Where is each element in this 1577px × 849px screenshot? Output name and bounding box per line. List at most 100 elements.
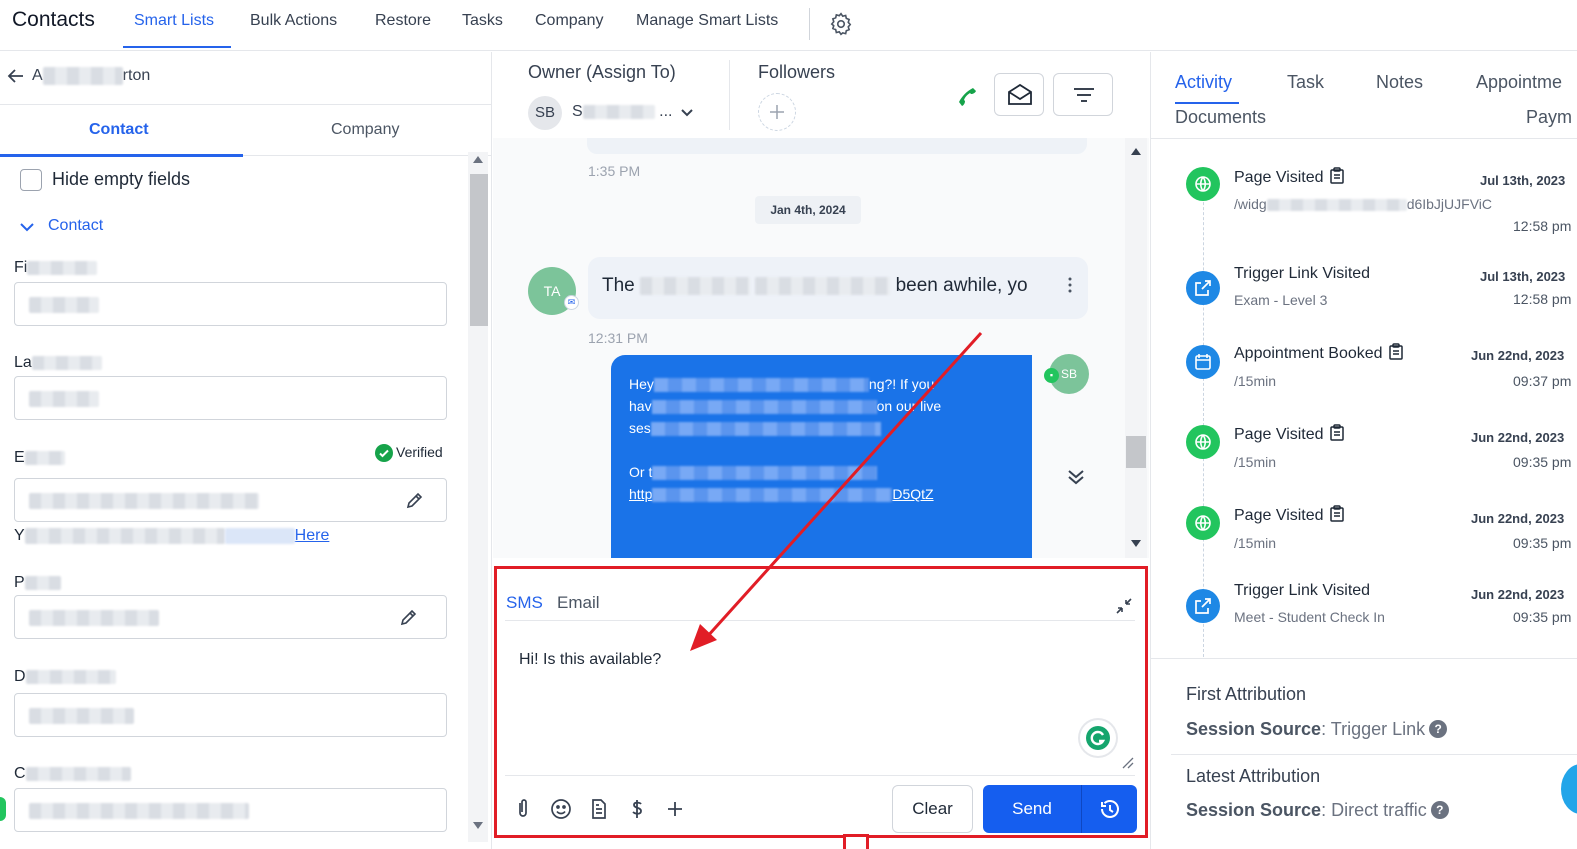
company-input[interactable] (14, 788, 447, 832)
back-arrow-icon[interactable] (6, 66, 26, 86)
tab-appointments[interactable]: Appointme (1476, 72, 1562, 93)
help-icon[interactable]: ? (1430, 801, 1449, 819)
scrollbar-thumb[interactable] (470, 174, 488, 326)
emoji-icon[interactable] (549, 797, 573, 821)
tab-activity[interactable]: Activity (1175, 72, 1232, 93)
divider (505, 620, 1135, 621)
page-title: Contacts (12, 8, 95, 31)
last-name-input[interactable] (14, 376, 447, 420)
help-icon[interactable]: ? (1429, 720, 1448, 738)
tab-documents[interactable]: Documents (1175, 107, 1266, 128)
redacted-value (29, 708, 134, 724)
annotation-marker (843, 834, 869, 849)
activity-title: Trigger Link Visited (1234, 265, 1371, 282)
hide-empty-label: Hide empty fields (52, 169, 191, 189)
tab-bulk-actions[interactable]: Bulk Actions (250, 12, 337, 30)
clock-icon (1101, 800, 1119, 818)
tab-sms[interactable]: SMS (506, 593, 543, 613)
send-button[interactable]: Send (983, 785, 1081, 833)
tab-notes[interactable]: Notes (1376, 72, 1423, 93)
here-link[interactable]: Here (295, 527, 330, 544)
message-input[interactable]: Hi! Is this available? (519, 651, 661, 669)
gear-icon[interactable] (828, 11, 854, 37)
dollar-icon[interactable] (625, 797, 649, 821)
activity-detail: Exam - Level 3 (1234, 292, 1328, 308)
latest-attribution-source: Session Source: Direct traffic? (1186, 800, 1449, 821)
email-input[interactable] (14, 478, 447, 522)
tab-company-details[interactable]: Company (331, 121, 399, 139)
clipboard-icon[interactable] (1329, 505, 1344, 522)
tab-contact[interactable]: Contact (89, 121, 149, 139)
activity-title: Appointment Booked (1234, 343, 1403, 363)
sms-channel-icon: ▪ (1044, 368, 1059, 383)
scrollbar-thumb[interactable] (1126, 436, 1146, 468)
email-filter-button[interactable] (994, 73, 1044, 116)
pencil-icon[interactable] (404, 491, 424, 511)
contact-name: Arton (32, 67, 150, 85)
activity-title: Page Visited (1234, 167, 1344, 187)
activity-panel: Activity Task Notes Appointme Documents … (1150, 52, 1577, 849)
clipboard-icon[interactable] (1329, 424, 1344, 441)
status-dot (0, 797, 6, 821)
more-options-icon[interactable] (1068, 277, 1072, 293)
chat-widget-button[interactable] (1561, 764, 1577, 814)
tab-smart-lists[interactable]: Smart Lists (134, 12, 214, 30)
divider (729, 60, 730, 130)
email-note: Y Here (14, 527, 330, 544)
owner-select[interactable]: SB S ... (528, 94, 708, 130)
scrollbar-track[interactable] (1125, 138, 1147, 558)
grammarly-icon[interactable] (1080, 720, 1116, 756)
plus-icon[interactable] (663, 797, 687, 821)
clipboard-icon[interactable] (1329, 167, 1344, 184)
tab-manage-smart-lists[interactable]: Manage Smart Lists (636, 12, 778, 30)
scroll-up-arrow-icon[interactable] (473, 156, 483, 163)
avatar: SB (528, 96, 562, 130)
tab-restore[interactable]: Restore (375, 12, 431, 30)
date-divider: Jan 4th, 2024 (755, 196, 861, 224)
scroll-down-arrow-icon[interactable] (473, 822, 483, 829)
template-icon[interactable] (587, 797, 611, 821)
field-label: Fi (14, 259, 98, 277)
activity-time: 12:58 pm (1513, 218, 1572, 234)
paperclip-icon[interactable] (511, 797, 535, 821)
clear-button[interactable]: Clear (892, 785, 973, 833)
tab-email[interactable]: Email (557, 593, 600, 613)
message-composer: SMS Email Hi! Is this available? Clear S… (494, 566, 1148, 838)
activity-detail: /15min (1234, 535, 1277, 551)
scroll-to-bottom-icon[interactable] (1063, 464, 1089, 490)
activity-detail: /widg d6IbJjUJFViC (1234, 196, 1493, 212)
tab-company[interactable]: Company (535, 12, 603, 30)
field-label: D (14, 668, 116, 686)
conversation-panel: Owner (Assign To) SB S ... Followers 1:3… (493, 52, 1149, 849)
globe-icon (1186, 506, 1220, 540)
phone-icon[interactable] (953, 82, 981, 110)
tab-payments[interactable]: Paym (1526, 107, 1572, 128)
filter-button[interactable] (1053, 73, 1113, 116)
owner-name: S ... (572, 103, 673, 120)
active-tab-indicator (123, 46, 231, 48)
clipboard-icon[interactable] (1388, 343, 1403, 360)
scroll-up-arrow-icon[interactable] (1131, 148, 1141, 155)
top-nav: Contacts Smart Lists Bulk Actions Restor… (0, 0, 1577, 51)
date-input[interactable] (14, 693, 447, 737)
tab-tasks[interactable]: Tasks (462, 12, 503, 30)
scroll-down-arrow-icon[interactable] (1131, 540, 1141, 547)
message-time: 12:31 PM (588, 330, 648, 346)
add-follower-button[interactable] (758, 93, 796, 131)
inbound-message: The been awhile, yo (588, 257, 1088, 319)
schedule-send-button[interactable] (1081, 785, 1137, 833)
activity-date: Jun 22nd, 2023 (1471, 348, 1565, 363)
first-name-input[interactable] (14, 282, 447, 326)
globe-icon (1186, 425, 1220, 459)
redacted-value (29, 493, 259, 509)
pencil-icon[interactable] (398, 608, 418, 628)
hide-empty-checkbox[interactable] (20, 169, 42, 191)
resize-handle-icon[interactable] (1120, 755, 1134, 769)
tab-task[interactable]: Task (1287, 72, 1324, 93)
divider (1171, 754, 1577, 755)
collapse-icon[interactable] (1114, 596, 1134, 616)
activity-detail: Meet - Student Check In (1234, 609, 1385, 625)
phone-input[interactable] (14, 595, 447, 639)
contact-tabs: Contact Company (0, 106, 492, 157)
owner-label: Owner (Assign To) (528, 62, 676, 82)
